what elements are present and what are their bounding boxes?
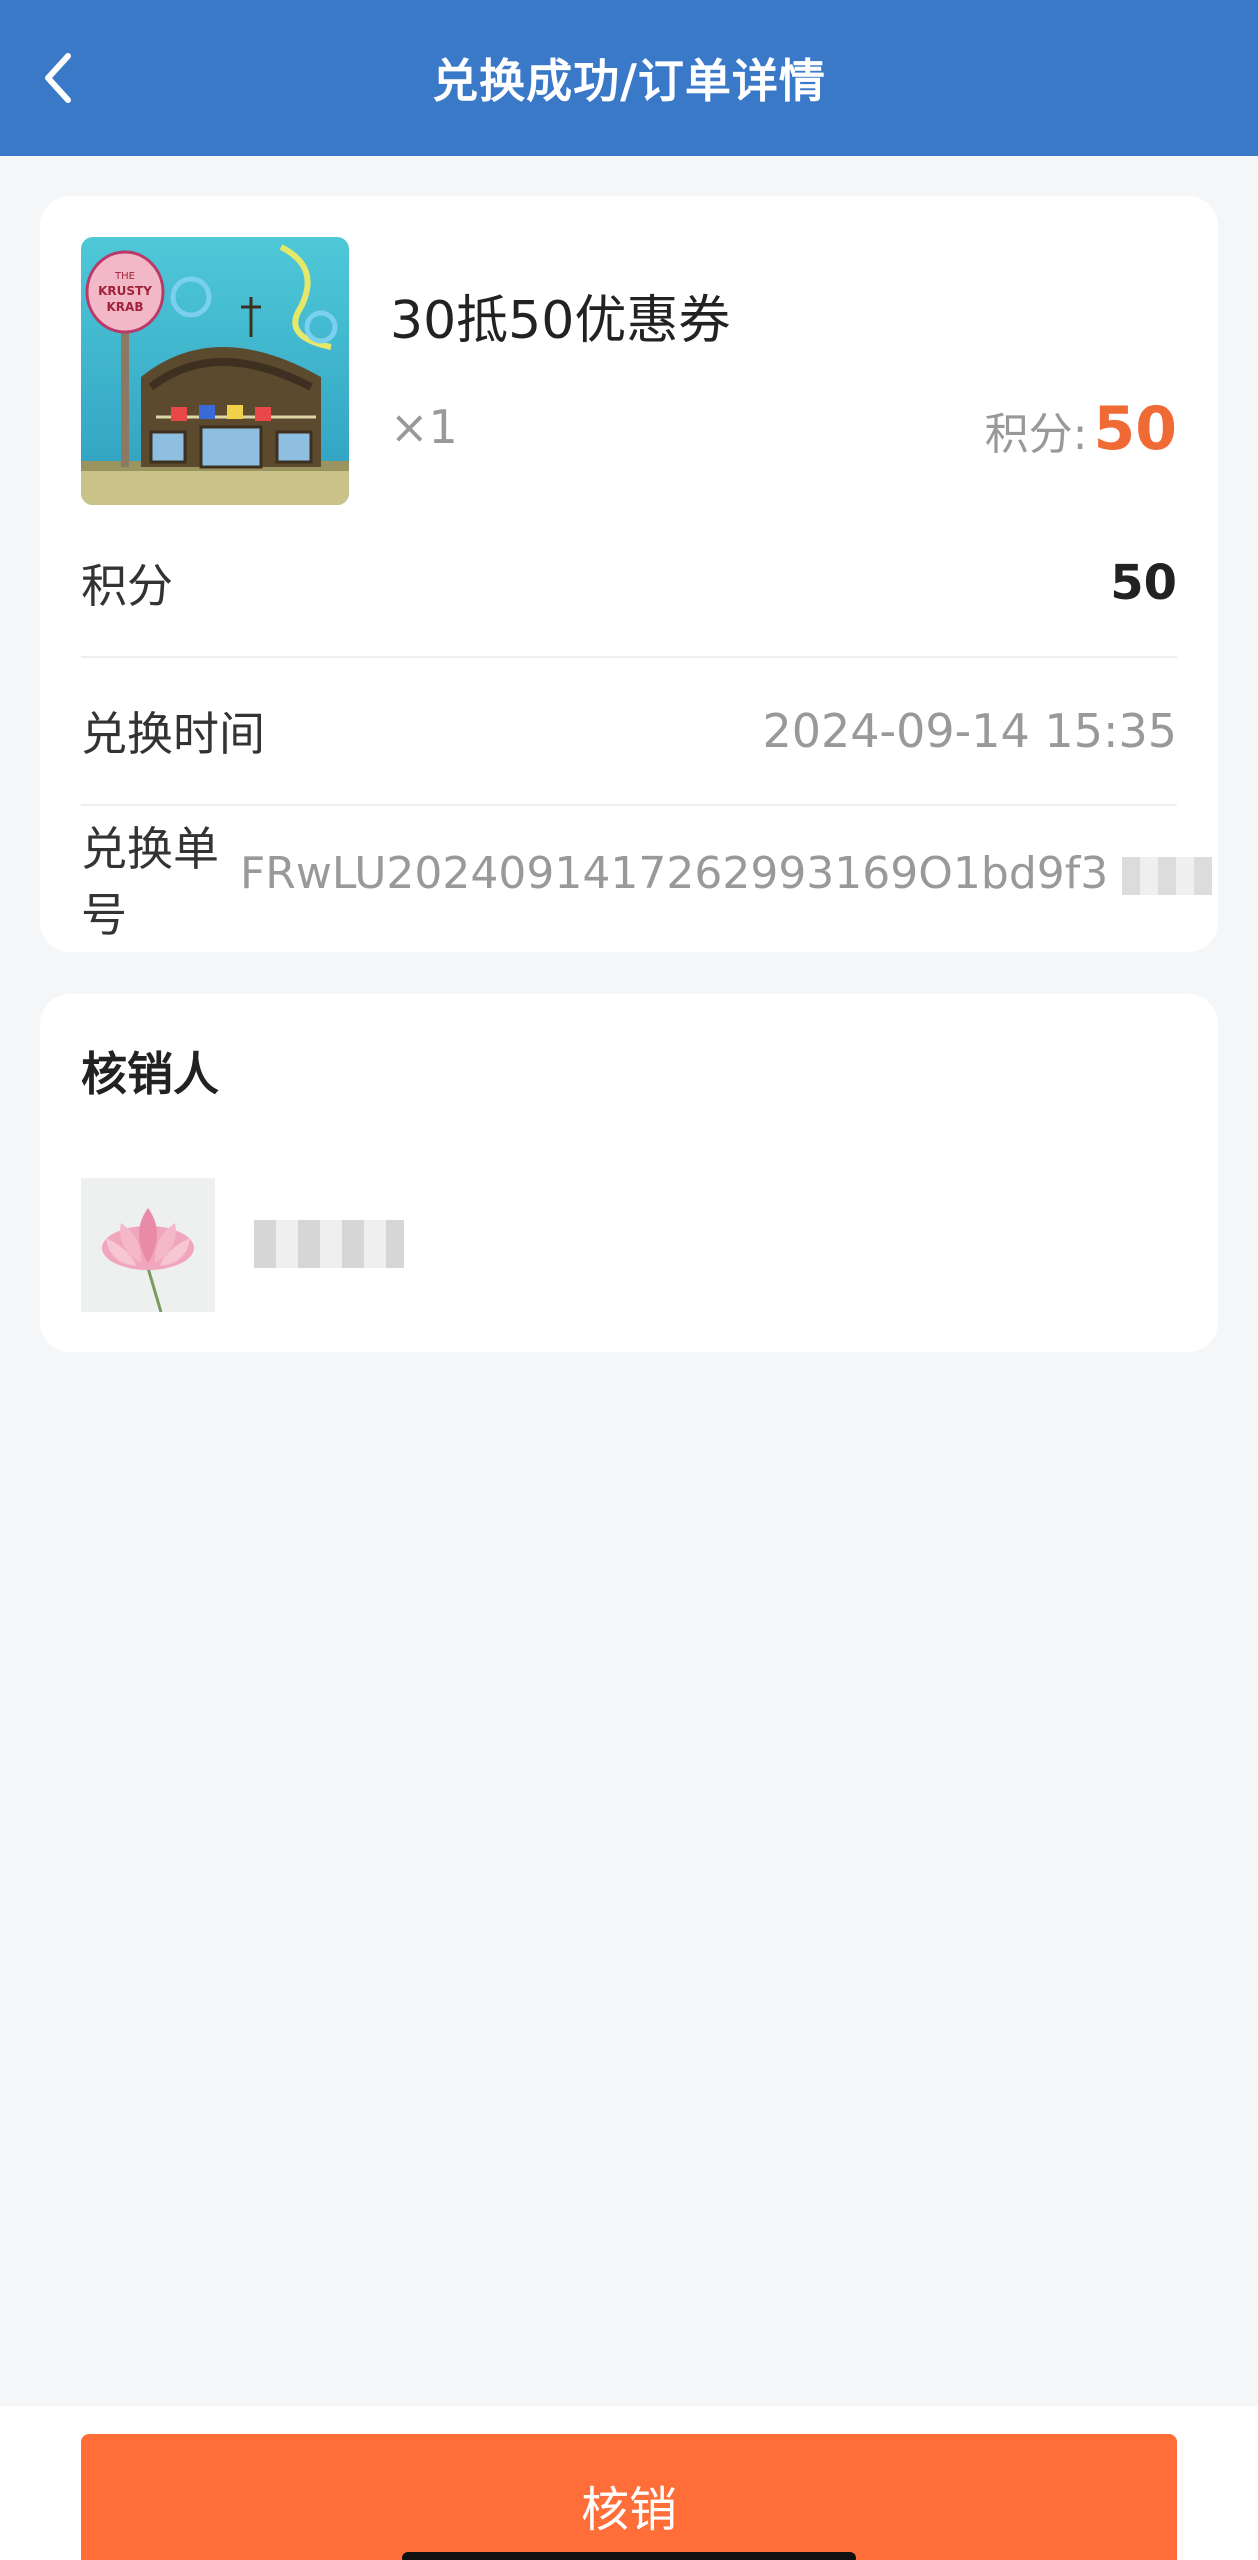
divider xyxy=(81,656,1177,658)
home-indicator xyxy=(402,2552,856,2560)
svg-text:KRAB: KRAB xyxy=(107,300,144,314)
svg-text:THE: THE xyxy=(114,271,135,282)
product-quantity: ×1 xyxy=(390,400,458,454)
chevron-left-icon xyxy=(45,53,71,103)
product-points: 积分: 50 xyxy=(985,394,1177,464)
svg-text:KRUSTY: KRUSTY xyxy=(98,284,152,298)
verify-button[interactable]: 核销 xyxy=(81,2434,1177,2560)
points-value: 50 xyxy=(1093,394,1178,464)
verifier-section-title: 核销人 xyxy=(81,1047,219,1101)
product-image: THE KRUSTY KRAB xyxy=(81,237,349,505)
bottom-action-bar: 核销 xyxy=(0,2406,1258,2560)
exchange-time-label: 兑换时间 xyxy=(81,707,265,761)
avatar xyxy=(81,1178,215,1312)
page-title: 兑换成功/订单详情 xyxy=(432,54,826,108)
navigation-bar: 兑换成功/订单详情 xyxy=(0,0,1258,156)
order-number-value: FRwLU2024091417262993169O1bd9f3 xyxy=(240,848,1218,899)
exchange-time-value: 2024-09-14 15:35 xyxy=(762,704,1177,758)
order-card: THE KRUSTY KRAB 30抵50优惠券 ×1 积分: 50 积分 50… xyxy=(40,196,1218,952)
points-row-label: 积分 xyxy=(81,559,173,613)
divider xyxy=(81,804,1177,806)
points-label: 积分: xyxy=(984,409,1088,460)
verifier-name-redacted xyxy=(254,1220,404,1268)
verifier-card: 核销人 xyxy=(40,994,1218,1352)
order-number-label: 兑换单号 xyxy=(81,822,219,942)
order-number-text: FRwLU2024091417262993169O1bd9f3 xyxy=(240,848,1109,899)
points-row-value: 50 xyxy=(1110,555,1177,611)
product-name: 30抵50优惠券 xyxy=(390,291,731,351)
exchange-time-row: 兑换时间 2024-09-14 15:35 xyxy=(81,696,1177,766)
points-row: 积分 50 xyxy=(81,548,1177,618)
back-button[interactable] xyxy=(30,50,86,106)
redacted-mask xyxy=(1122,857,1213,895)
